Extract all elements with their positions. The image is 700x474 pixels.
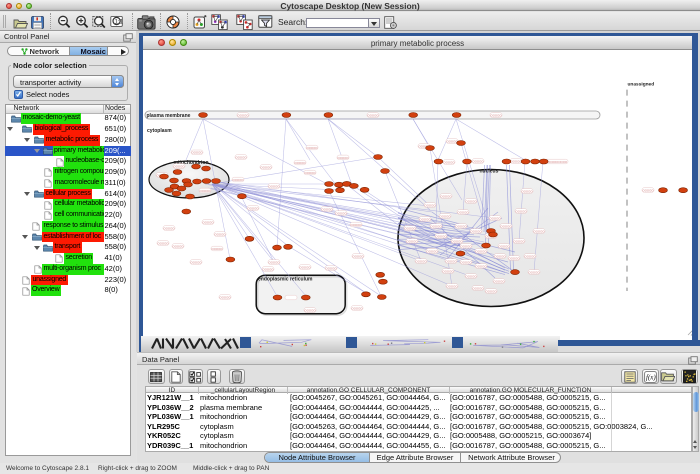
svg-text:OOOOO: OOOOO xyxy=(447,284,459,288)
svg-text:OOOOO: OOOOO xyxy=(407,239,419,243)
svg-text:OOOOO: OOOOO xyxy=(466,199,478,203)
svg-text:endoplasmic reticulum: endoplasmic reticulum xyxy=(258,277,313,283)
svg-text:OOOOO: OOOOO xyxy=(191,260,203,264)
svg-text:OOOOO: OOOOO xyxy=(443,269,455,273)
svg-text:OOOOO: OOOOO xyxy=(307,146,319,150)
svg-text:OOOOO: OOOOO xyxy=(212,247,224,251)
svg-text:OOOOO: OOOOO xyxy=(461,260,473,264)
svg-text:OOOOO: OOOOO xyxy=(436,234,448,238)
svg-text:OOOOO: OOOOO xyxy=(305,308,317,312)
svg-text:OOOOO: OOOOO xyxy=(643,188,655,192)
svg-text:OOOOO: OOOOO xyxy=(431,224,443,228)
svg-text:OOOOO: OOOOO xyxy=(491,113,503,117)
svg-text:OOOOO: OOOOO xyxy=(420,217,432,221)
svg-text:OOOOO: OOOOO xyxy=(446,259,458,263)
svg-text:OOOOO: OOOOO xyxy=(173,244,185,248)
svg-text:OOOOO: OOOOO xyxy=(174,164,186,168)
svg-text:OOOOO: OOOOO xyxy=(164,226,176,230)
svg-text:OOOOO: OOOOO xyxy=(425,203,437,207)
svg-text:OOOOO: OOOOO xyxy=(203,220,215,224)
svg-text:OOOOO: OOOOO xyxy=(305,171,317,175)
svg-text:OOOOO: OOOOO xyxy=(441,194,453,198)
svg-text:OOOOO: OOOOO xyxy=(458,210,470,214)
svg-text:OOOOO: OOOOO xyxy=(471,229,483,233)
svg-text:unassigned: unassigned xyxy=(628,82,655,88)
svg-text:OOOOO: OOOOO xyxy=(514,239,526,243)
svg-text:OOOOO: OOOOO xyxy=(476,249,488,253)
svg-text:plasma membrane: plasma membrane xyxy=(147,113,191,119)
svg-text:OOOOO: OOOOO xyxy=(486,289,498,293)
svg-text:OOOOO: OOOOO xyxy=(336,211,348,215)
svg-text:OOOOO: OOOOO xyxy=(444,160,456,164)
svg-text:OOOOO: OOOOO xyxy=(525,254,537,258)
svg-text:nucleus: nucleus xyxy=(480,169,499,175)
svg-text:OOOOO: OOOOO xyxy=(516,209,528,213)
svg-text:OOOOO: OOOOO xyxy=(456,224,468,228)
svg-text:OOOOO: OOOOO xyxy=(220,295,232,299)
svg-text:OOOOO: OOOOO xyxy=(353,254,365,258)
svg-text:OOOOO: OOOOO xyxy=(352,306,364,310)
svg-text:OOOOO: OOOOO xyxy=(326,266,338,270)
svg-text:OOOOO: OOOOO xyxy=(248,206,260,210)
svg-text:OOOOO: OOOOO xyxy=(529,270,541,274)
svg-text:OOOOO: OOOOO xyxy=(236,155,248,159)
svg-text:OOOOO: OOOOO xyxy=(427,249,439,253)
svg-text:OOOOO: OOOOO xyxy=(351,223,363,227)
svg-text:OOOOO: OOOOO xyxy=(300,265,312,269)
svg-text:OOOOO: OOOOO xyxy=(416,259,428,263)
svg-text:OOOOO: OOOOO xyxy=(338,156,350,160)
svg-text:OOOOO: OOOOO xyxy=(295,161,307,165)
svg-text:OOOOO: OOOOO xyxy=(233,178,245,182)
svg-text:OOOOO: OOOOO xyxy=(452,239,464,243)
svg-text:OOOOO: OOOOO xyxy=(494,279,506,283)
svg-text:OOOOO: OOOOO xyxy=(263,267,275,271)
svg-text:OOOOO: OOOOO xyxy=(269,260,281,264)
svg-text:OOOOO: OOOOO xyxy=(461,244,473,248)
svg-text:OOOOO: OOOOO xyxy=(405,226,417,230)
svg-text:OOOOO: OOOOO xyxy=(238,113,250,117)
svg-text:OOOOO: OOOOO xyxy=(440,214,452,218)
svg-text:OOOOO: OOOOO xyxy=(261,165,273,169)
svg-text:OOOOO: OOOOO xyxy=(534,229,546,233)
svg-text:OOOOO: OOOOO xyxy=(501,224,513,228)
svg-text:OOOOO: OOOOO xyxy=(322,207,334,211)
svg-text:OOOOO: OOOOO xyxy=(495,254,507,258)
svg-text:OOOOO: OOOOO xyxy=(473,159,485,163)
svg-text:OOOOO: OOOOO xyxy=(466,274,478,278)
svg-text:OOOOO: OOOOO xyxy=(511,159,523,163)
svg-text:OOOOO: OOOOO xyxy=(476,264,488,268)
svg-text:OOOOO: OOOOO xyxy=(269,184,281,188)
svg-text:OOOOO: OOOOO xyxy=(368,113,380,117)
svg-text:OOOOO: OOOOO xyxy=(200,189,212,193)
svg-text:OOOOO: OOOOO xyxy=(522,189,534,193)
svg-text:OOOOO: OOOOO xyxy=(499,244,511,248)
svg-text:OOOOO: OOOOO xyxy=(192,151,204,155)
svg-text:OOOOO: OOOOO xyxy=(473,286,485,290)
svg-text:f(x): f(x) xyxy=(646,373,656,381)
svg-text:OOOOO: OOOOO xyxy=(509,256,521,260)
svg-text:OOOOO: OOOOO xyxy=(490,216,502,220)
svg-text:cytoplasm: cytoplasm xyxy=(147,128,172,134)
svg-text:1:1: 1:1 xyxy=(115,19,124,25)
svg-text:OOOOO: OOOOO xyxy=(158,241,170,245)
svg-text:OOOOO: OOOOO xyxy=(215,232,227,236)
